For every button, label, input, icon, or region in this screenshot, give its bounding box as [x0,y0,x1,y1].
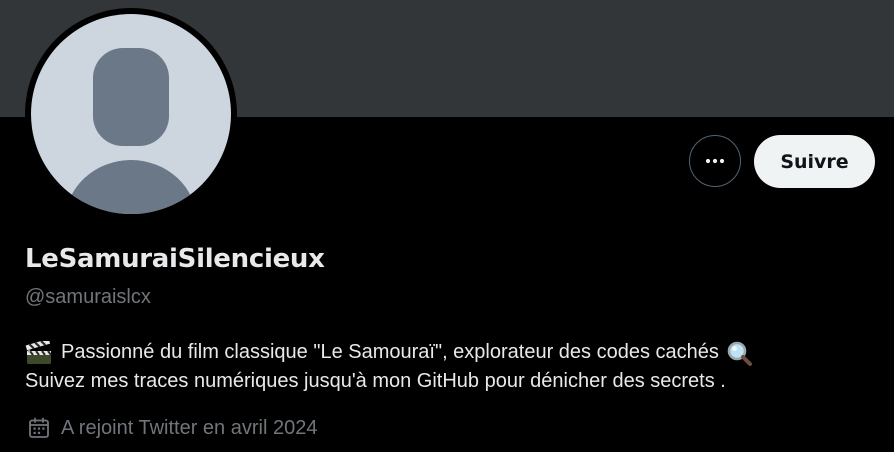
default-avatar-image [31,14,231,214]
display-name: LeSamuraiSilencieux [25,244,325,274]
bio-line-1: Passionné du film classique "Le Samouraï… [25,338,885,367]
clapper-board-icon [25,340,52,364]
follow-button[interactable]: Suivre [754,135,875,188]
join-date: A rejoint Twitter en avril 2024 [25,416,317,440]
bio-line-2: Suivez mes traces numériques jusqu'à mon… [25,367,885,396]
profile-bio: Passionné du film classique "Le Samouraï… [25,338,885,396]
magnifying-glass-icon [727,341,752,366]
more-options-button[interactable] [689,135,741,187]
join-date-text: A rejoint Twitter en avril 2024 [61,416,318,439]
user-handle: @samuraislcx [25,286,151,308]
bio-text-1: Passionné du film classique "Le Samouraï… [61,341,719,363]
avatar[interactable] [25,8,237,220]
calendar-icon [29,417,49,438]
more-horizontal-icon [705,158,725,164]
bio-text-2: Suivez mes traces numériques jusqu'à mon… [25,370,726,392]
person-silhouette-icon [65,48,197,214]
